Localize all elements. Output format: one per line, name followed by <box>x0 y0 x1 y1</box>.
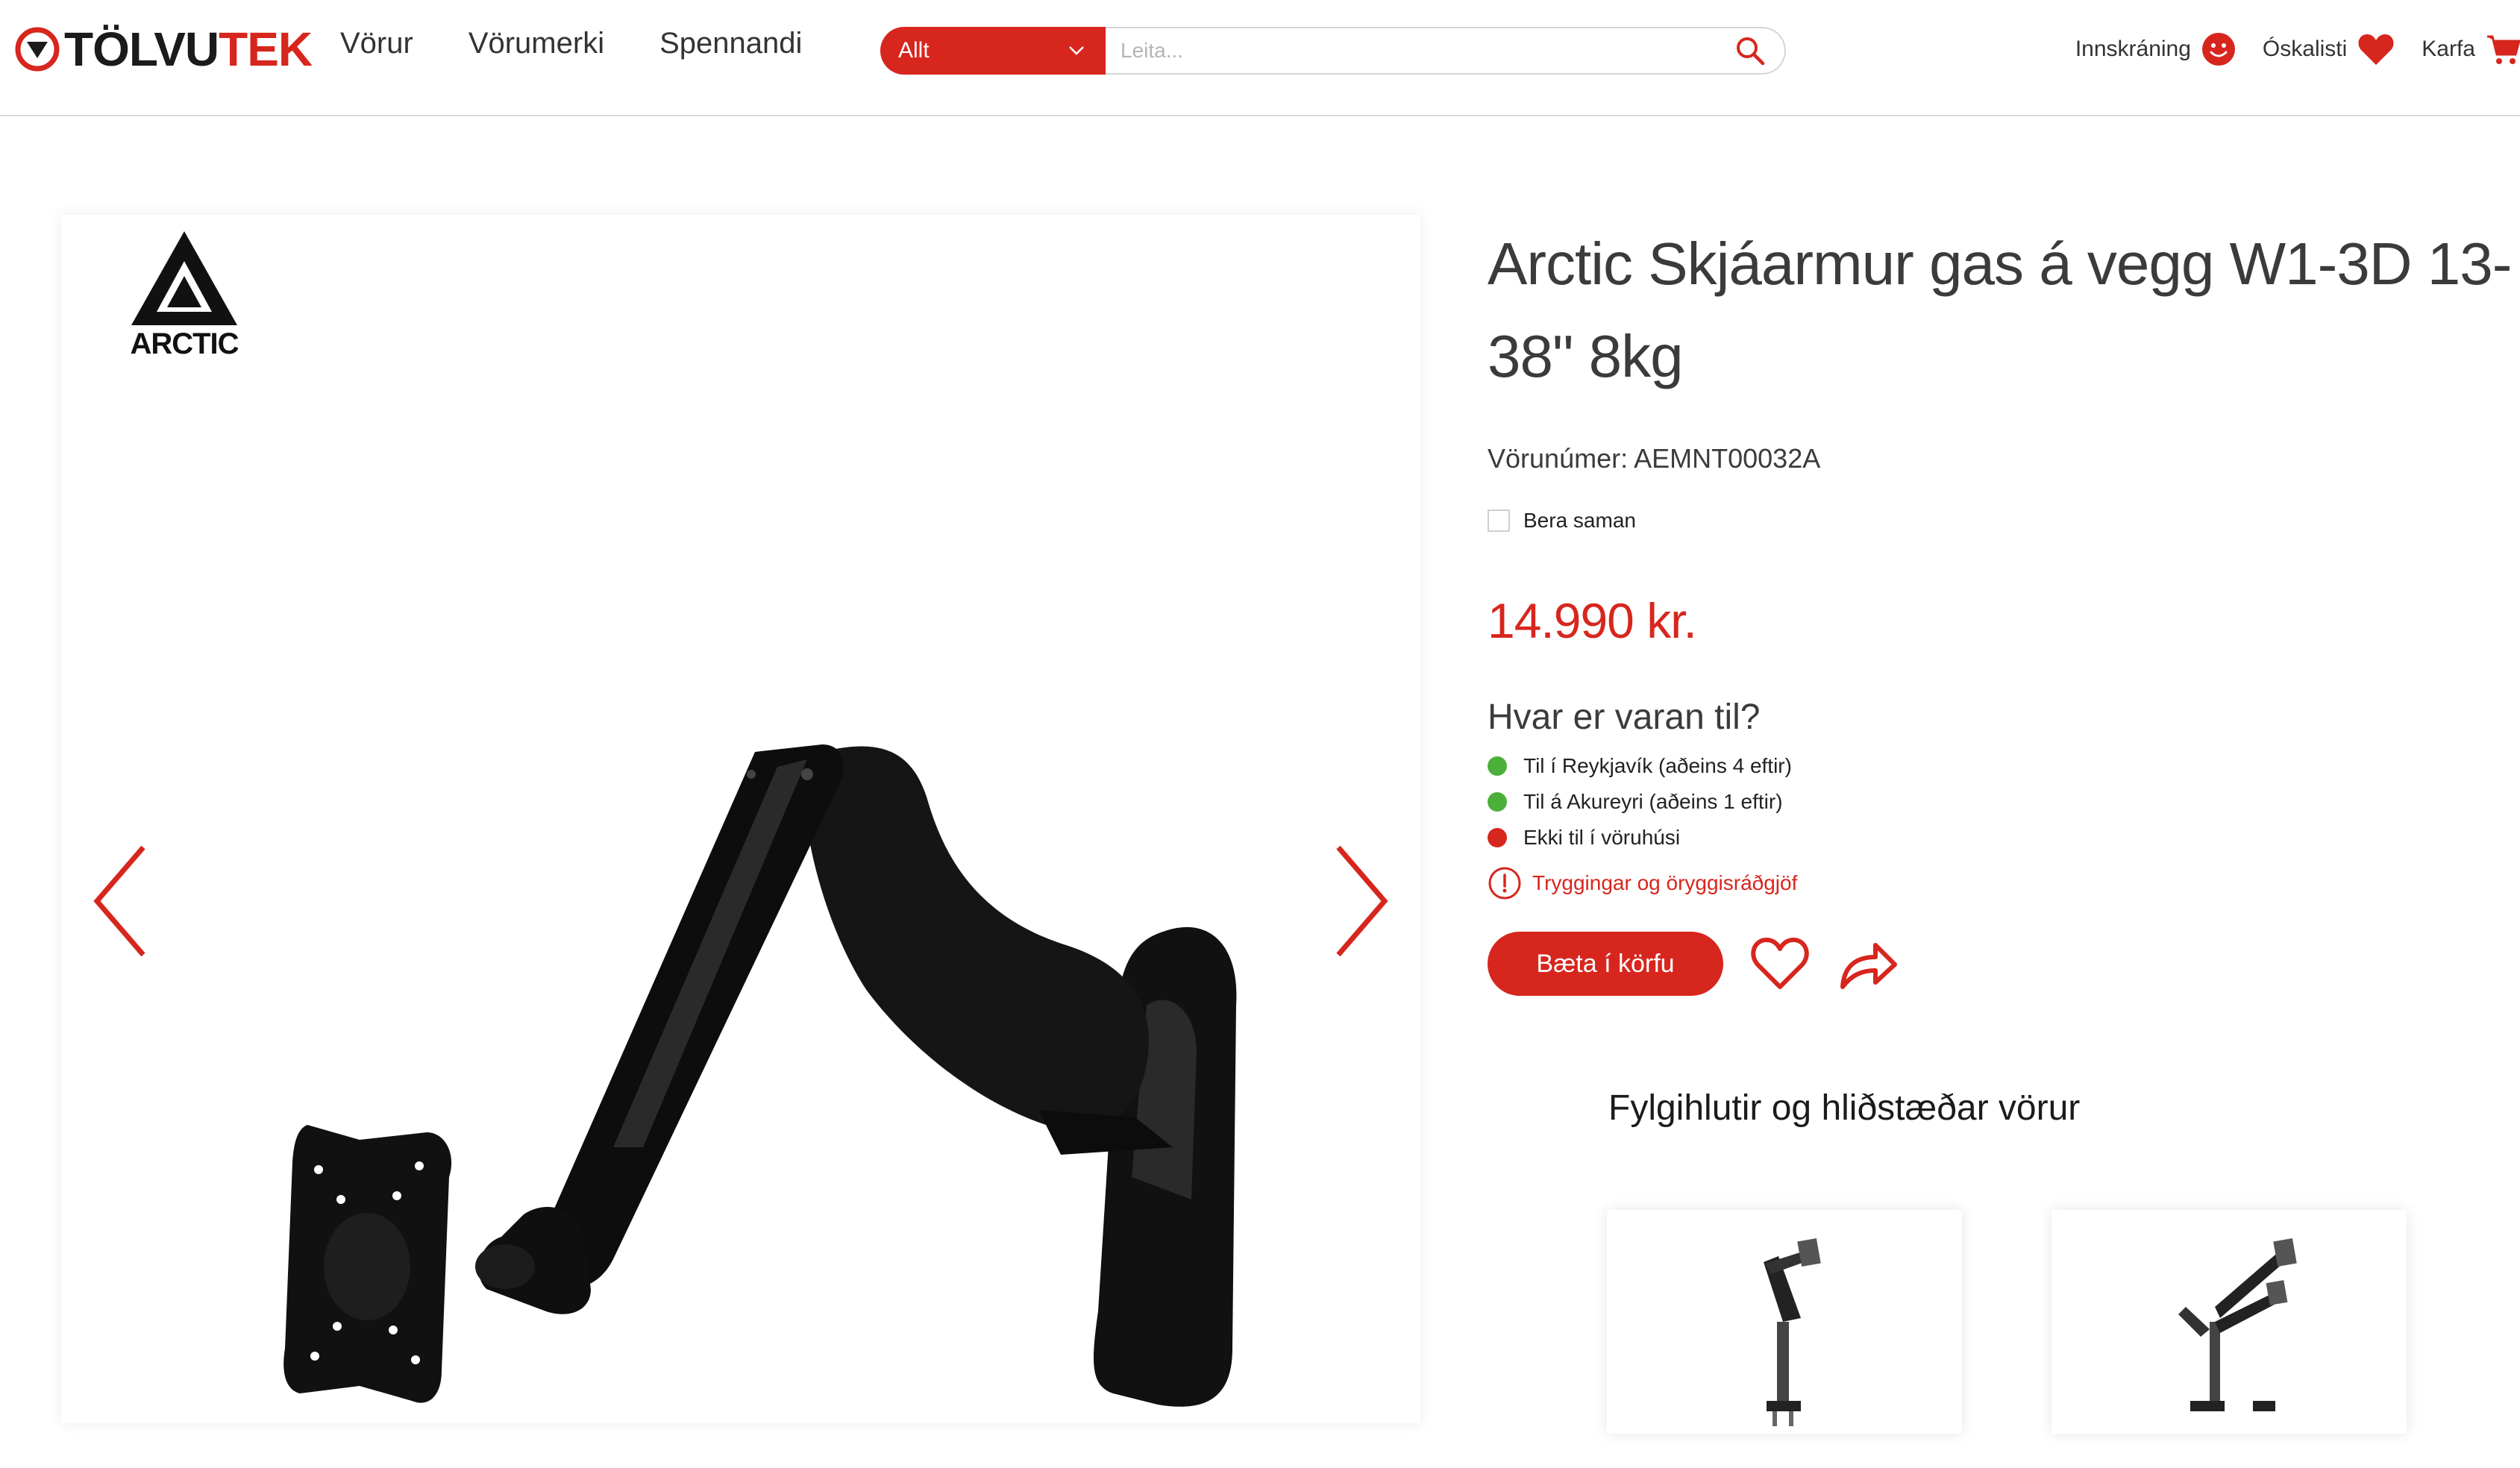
brand-logo[interactable]: ARCTIC <box>128 230 240 361</box>
cart-link[interactable]: Karfa <box>2422 32 2520 66</box>
related-product-image <box>1764 1238 1821 1426</box>
cart-icon <box>2487 35 2520 64</box>
heart-icon <box>2358 34 2394 65</box>
product-info: Arctic Skjáarmur gas á vegg W1-3D 13-38"… <box>1488 218 2520 996</box>
logo-text-part1: TÖLVU <box>64 22 219 76</box>
product-actions: Bæta í körfu <box>1488 932 2520 996</box>
logo-mark-icon <box>15 27 60 72</box>
search-category-label: Allt <box>898 38 930 63</box>
stock-row-warehouse: Ekki til í vöruhúsi <box>1488 820 2520 856</box>
compare-label: Bera saman <box>1523 509 1636 532</box>
smiley-icon <box>2201 33 2235 66</box>
site-logo[interactable]: TÖLVUTEK <box>15 18 313 81</box>
nav-item-vorur[interactable]: Vörur <box>340 27 413 60</box>
logo-text: TÖLVUTEK <box>64 22 313 76</box>
header-actions: Innskráning Óskalisti Karfa <box>2075 27 2520 72</box>
gallery-next-arrow-icon[interactable] <box>1326 841 1394 961</box>
chevron-down-icon <box>1069 46 1084 55</box>
site-header: TÖLVUTEK Vörur Vörumerki Spennandi Allt … <box>0 0 2520 116</box>
nav-item-spennandi[interactable]: Spennandi <box>659 27 802 60</box>
wishlist-label: Óskalisti <box>2262 37 2348 61</box>
nav-item-vorumerki[interactable]: Vörumerki <box>468 27 604 60</box>
arctic-logo-icon <box>131 231 237 325</box>
stock-label: Ekki til í vöruhúsi <box>1523 826 1681 849</box>
cart-label: Karfa <box>2422 37 2475 61</box>
brand-name: ARCTIC <box>130 327 239 360</box>
compare-toggle[interactable]: Bera saman <box>1488 509 2520 533</box>
wishlist-link[interactable]: Óskalisti <box>2263 32 2395 66</box>
add-to-cart-button[interactable]: Bæta í körfu <box>1488 932 1723 996</box>
search-bar: Allt <box>880 27 1786 75</box>
availability-title: Hvar er varan til? <box>1488 697 1761 737</box>
status-dot-red <box>1488 828 1507 847</box>
search-category-select[interactable]: Allt <box>880 27 1106 75</box>
related-product-card[interactable] <box>1607 1210 1962 1434</box>
status-dot-green <box>1488 756 1507 776</box>
wishlist-heart-icon[interactable] <box>1750 936 1810 991</box>
safety-info-link[interactable]: Tryggingar og öryggisráðgjöf <box>1488 866 2520 900</box>
gallery-prev-arrow-icon[interactable] <box>88 841 155 961</box>
search-input[interactable] <box>1106 27 1786 75</box>
product-gallery: ARCTIC <box>61 215 1420 1423</box>
stock-label: Til í Reykjavík (aðeins 4 eftir) <box>1523 754 1792 777</box>
share-icon[interactable] <box>1837 936 1899 991</box>
safety-info-label: Tryggingar og öryggisráðgjöf <box>1532 871 1798 894</box>
login-label: Innskráning <box>2075 37 2191 61</box>
related-product-image <box>2178 1238 2297 1411</box>
stock-label: Til á Akureyri (aðeins 1 eftir) <box>1523 790 1783 813</box>
main-nav: Vörur Vörumerki Spennandi <box>340 27 802 60</box>
product-title: Arctic Skjáarmur gas á vegg W1-3D 13-38"… <box>1488 230 2512 389</box>
product-sku: Vörunúmer: AEMNT00032A <box>1488 443 1821 474</box>
info-icon <box>1488 867 1521 900</box>
product-image <box>283 744 1237 1407</box>
stock-row-akureyri: Til á Akureyri (aðeins 1 eftir) <box>1488 784 2520 820</box>
product-price: 14.990 kr. <box>1488 593 1697 648</box>
compare-checkbox[interactable] <box>1488 509 1510 532</box>
stock-row-reykjavik: Til í Reykjavík (aðeins 4 eftir) <box>1488 748 2520 784</box>
related-products-title: Fylgihlutir og hliðstæðar vörur <box>1608 1088 2081 1128</box>
status-dot-green <box>1488 792 1507 812</box>
stock-list: Til í Reykjavík (aðeins 4 eftir) Til á A… <box>1488 748 2520 856</box>
login-link[interactable]: Innskráning <box>2075 32 2236 66</box>
search-icon[interactable] <box>1735 36 1765 66</box>
logo-text-part2: TEK <box>219 22 313 76</box>
related-product-card[interactable] <box>2052 1210 2407 1434</box>
